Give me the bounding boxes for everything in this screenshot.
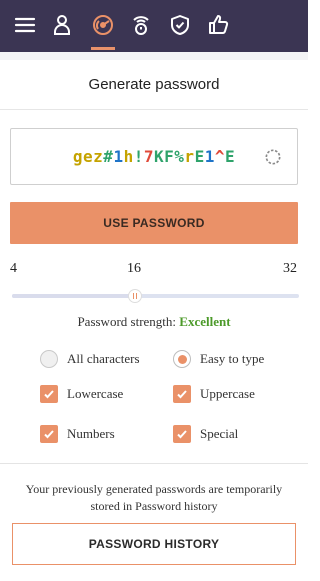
option-numbers[interactable]: Numbers <box>40 425 115 443</box>
password-char: 1 <box>113 147 124 166</box>
strength-label: Password strength: <box>77 314 177 329</box>
uppercase-checkbox[interactable] <box>173 385 191 403</box>
length-slider-track[interactable] <box>12 294 299 298</box>
section-divider <box>0 463 308 464</box>
lowercase-label: Lowercase <box>67 386 124 401</box>
all-characters-radio[interactable] <box>40 350 58 368</box>
option-lowercase[interactable]: Lowercase <box>40 385 123 403</box>
numbers-label: Numbers <box>67 426 115 441</box>
user-icon[interactable] <box>47 10 77 40</box>
length-mid-label: 16 <box>127 261 141 276</box>
option-all-characters[interactable]: All characters <box>40 350 140 368</box>
password-char: z <box>93 147 104 166</box>
use-password-button[interactable]: USE PASSWORD <box>10 202 298 244</box>
top-nav-bar <box>0 0 308 52</box>
password-generator-icon[interactable] <box>88 10 118 50</box>
all-characters-label: All characters <box>67 351 140 366</box>
password-char: F <box>164 147 175 166</box>
password-char: h <box>123 147 134 166</box>
password-char: r <box>184 147 195 166</box>
special-label: Special <box>200 426 239 441</box>
length-max-label: 32 <box>283 261 297 276</box>
thumbs-up-icon[interactable] <box>204 10 234 40</box>
password-char: K <box>154 147 165 166</box>
top-spacer <box>0 52 308 60</box>
page-title: Generate password <box>88 76 220 93</box>
option-special[interactable]: Special <box>173 425 238 443</box>
option-easy-to-type[interactable]: Easy to type <box>173 350 264 368</box>
shield-icon[interactable] <box>165 10 195 40</box>
password-char: % <box>174 147 185 166</box>
generated-password: gez#1h!7KF%rE1^E <box>73 147 235 166</box>
length-min-label: 4 <box>10 261 17 276</box>
lowercase-checkbox[interactable] <box>40 385 58 403</box>
password-char: ! <box>133 147 144 166</box>
numbers-checkbox[interactable] <box>40 425 58 443</box>
password-char: e <box>83 147 94 166</box>
password-char: 1 <box>204 147 215 166</box>
easy-to-type-radio[interactable] <box>173 350 191 368</box>
password-char: 7 <box>143 147 154 166</box>
password-char: # <box>103 147 114 166</box>
strength-value: Excellent <box>179 314 231 329</box>
uppercase-label: Uppercase <box>200 386 255 401</box>
password-history-button[interactable]: PASSWORD HISTORY <box>12 523 296 565</box>
special-checkbox[interactable] <box>173 425 191 443</box>
generated-password-box: gez#1h!7KF%rE1^E <box>10 128 298 185</box>
password-char: g <box>72 147 84 166</box>
option-uppercase[interactable]: Uppercase <box>173 385 255 403</box>
password-char: ^ <box>214 147 225 166</box>
password-strength: Password strength: Excellent <box>0 314 308 330</box>
password-char: E <box>194 147 205 166</box>
menu-icon[interactable] <box>10 10 40 40</box>
easy-to-type-label: Easy to type <box>200 351 265 366</box>
page-header: Generate password <box>0 60 308 110</box>
length-slider-thumb[interactable] <box>128 289 142 303</box>
length-slider-fill <box>12 294 135 298</box>
timer-icon[interactable] <box>126 10 156 40</box>
refresh-icon[interactable] <box>263 147 283 167</box>
password-history-note: Your previously generated passwords are … <box>25 482 283 513</box>
password-char: E <box>224 147 236 166</box>
